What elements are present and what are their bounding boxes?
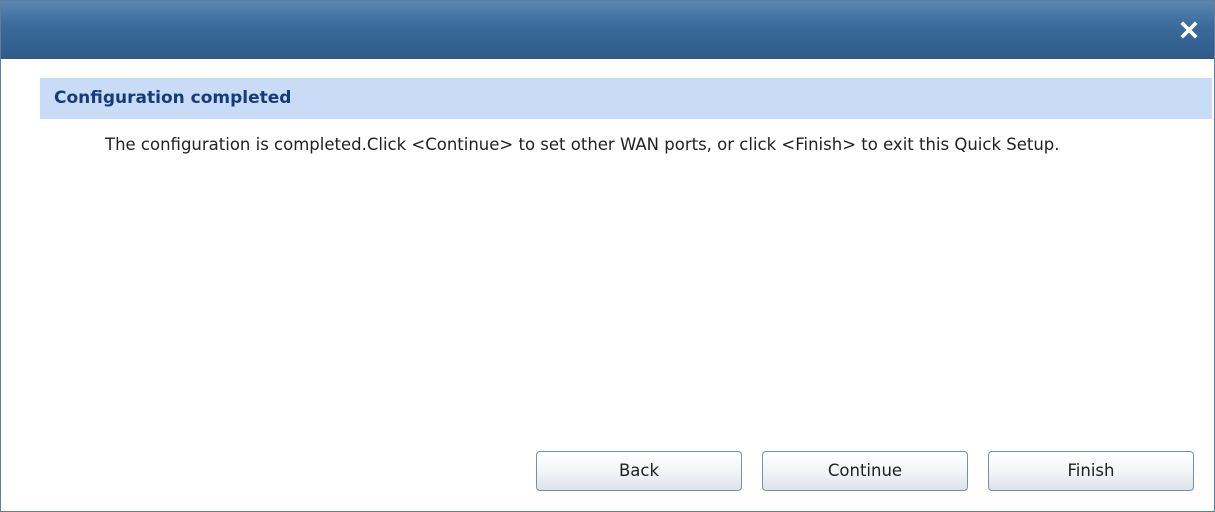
completion-message: The configuration is completed.Click <Co… [105,135,1060,154]
continue-button[interactable]: Continue [762,451,968,491]
dialog-titlebar [1,1,1214,59]
finish-button[interactable]: Finish [988,451,1194,491]
quick-setup-dialog: Configuration completed The configuratio… [0,0,1215,512]
section-header: Configuration completed [40,78,1212,119]
back-button[interactable]: Back [536,451,742,491]
section-title: Configuration completed [54,88,292,108]
close-icon[interactable] [1178,19,1200,41]
